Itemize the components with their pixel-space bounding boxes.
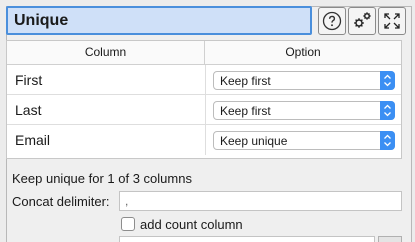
select-arrows-icon [380,101,395,120]
expand-icon [382,11,402,31]
option-select[interactable]: Keep unique [213,131,395,150]
select-arrows-icon [380,131,395,150]
option-select-value: Keep first [220,74,271,88]
count-column-button[interactable] [378,236,402,242]
column-options-table: Column Option First Keep first Last Keep… [6,40,402,159]
count-column-label: add count column [140,216,243,232]
unique-summary: Keep unique for 1 of 3 columns [12,171,192,186]
help-button[interactable] [318,7,346,35]
table-row: Email Keep unique [7,125,401,155]
column-name: First [15,72,43,88]
option-header: Option [285,45,321,59]
option-select[interactable]: Keep first [213,101,395,120]
count-column-checkbox[interactable] [121,217,135,231]
settings-button[interactable] [348,7,376,35]
table-header: Column Option [7,41,401,65]
transform-title[interactable]: Unique [6,6,312,35]
help-icon [322,11,342,31]
option-select-value: Keep unique [220,134,288,148]
column-header: Column [7,41,205,64]
select-arrows-icon [380,71,395,90]
column-name: Email [15,132,51,148]
row-divider [205,65,206,94]
count-column-option[interactable]: add count column [121,215,243,233]
concat-delimiter-input[interactable]: , [119,191,402,211]
gears-icon [351,10,373,32]
expand-button[interactable] [378,7,406,35]
row-divider [205,125,206,155]
option-select-value: Keep first [220,104,271,118]
row-divider [205,95,206,124]
table-row: First Keep first [7,65,401,95]
option-select[interactable]: Keep first [213,71,395,90]
table-row: Last Keep first [7,95,401,125]
concat-delimiter-label: Concat delimiter: [12,194,110,209]
column-name: Last [15,102,42,118]
count-column-name-input[interactable] [119,236,375,242]
